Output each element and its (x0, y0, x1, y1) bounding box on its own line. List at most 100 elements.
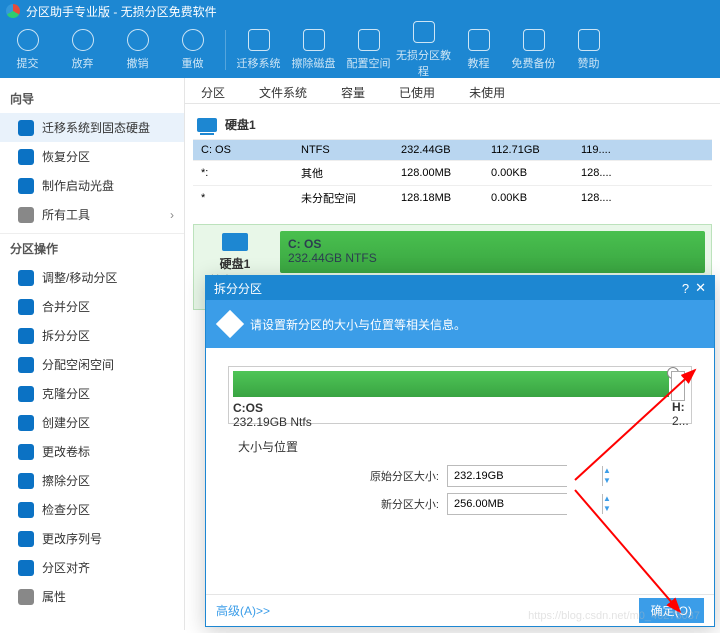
toolbar-allocate[interactable]: 配置空间 (341, 29, 396, 71)
sidebar-item[interactable]: 所有工具 › (0, 200, 184, 229)
sidebar-item[interactable]: 调整/移动分区 (0, 263, 184, 292)
toolbar-migrate[interactable]: 迁移系统 (231, 29, 286, 71)
sidebar-icon (18, 502, 34, 518)
sidebar-item-label: 属性 (42, 588, 66, 605)
partition-table: C: OSNTFS232.44GB112.71GB119....*:其他128.… (193, 139, 712, 210)
slider-vol: C:OS (233, 401, 687, 415)
table-row[interactable]: *:其他128.00MB0.00KB128.... (193, 161, 712, 186)
sidebar-item[interactable]: 分配空闲空间 (0, 350, 184, 379)
window-title: 分区助手专业版 - 无损分区免费软件 (26, 3, 217, 20)
sidebar-item-label: 调整/移动分区 (42, 269, 117, 286)
watermark: https://blog.csdn.net/m0_46278037 (528, 610, 700, 622)
sidebar-icon (18, 473, 34, 489)
size-position-label: 大小与位置 (238, 438, 692, 455)
sidebar-item[interactable]: 制作启动光盘 (0, 171, 184, 200)
sidebar-item[interactable]: 克隆分区 (0, 379, 184, 408)
sidebar-item[interactable]: 恢复分区 (0, 142, 184, 171)
sidebar-item[interactable]: 更改卷标 (0, 437, 184, 466)
col-partition[interactable]: 分区 (191, 84, 235, 101)
slider-volsize: 232.19GB Ntfs (233, 415, 687, 429)
sidebar: 向导 迁移系统到固态硬盘恢复分区制作启动光盘所有工具 › 分区操作 调整/移动分区… (0, 78, 185, 630)
sidebar-item[interactable]: 更改序列号 (0, 524, 184, 553)
sidebar-item-label: 迁移系统到固态硬盘 (42, 119, 150, 136)
col-cap[interactable]: 容量 (331, 84, 375, 101)
disk-map-volsize: 232.44GB NTFS (288, 251, 697, 265)
sidebar-icon (18, 560, 34, 576)
col-free[interactable]: 未使用 (459, 84, 515, 101)
pencil-icon (216, 310, 244, 338)
spin-down-icon[interactable]: ▼ (603, 476, 611, 486)
sidebar-item[interactable]: 创建分区 (0, 408, 184, 437)
disk-map-name: 硬盘1 (200, 255, 270, 272)
toolbar-tutorial2[interactable]: 教程 (451, 29, 506, 71)
table-row[interactable]: C: OSNTFS232.44GB112.71GB119.... (193, 140, 712, 161)
sidebar-item-label: 恢复分区 (42, 148, 90, 165)
orig-size-input[interactable]: ▲▼ (447, 465, 567, 487)
sidebar-item-label: 更改卷标 (42, 443, 90, 460)
sidebar-item-label: 擦除分区 (42, 472, 90, 489)
sidebar-item[interactable]: 分区对齐 (0, 553, 184, 582)
orig-size-value[interactable] (448, 466, 602, 486)
sidebar-item-label: 更改序列号 (42, 530, 102, 547)
new-size-label: 新分区大小: (353, 496, 439, 512)
spin-up-icon[interactable]: ▲ (603, 494, 611, 504)
sidebar-item-label: 创建分区 (42, 414, 90, 431)
sidebar-item-label: 分区对齐 (42, 559, 90, 576)
sidebar-item-label: 合并分区 (42, 298, 90, 315)
sidebar-icon (18, 357, 34, 373)
dialog-banner: 请设置新分区的大小与位置等相关信息。 (206, 300, 714, 348)
sidebar-icon (18, 207, 34, 223)
toolbar-redo[interactable]: 重做 (165, 29, 220, 71)
chevron-right-icon: › (170, 208, 174, 222)
sidebar-icon (18, 120, 34, 136)
table-row[interactable]: *未分配空间128.18MB0.00KB128.... (193, 186, 712, 211)
sidebar-item[interactable]: 拆分分区 (0, 321, 184, 350)
new-size-input[interactable]: ▲▼ (447, 493, 567, 515)
help-icon[interactable]: ? (682, 281, 689, 296)
sidebar-item[interactable]: 检查分区 (0, 495, 184, 524)
sidebar-header-ops: 分区操作 (0, 233, 184, 263)
toolbar-commit[interactable]: 提交 (0, 29, 55, 71)
sidebar-item-label: 检查分区 (42, 501, 90, 518)
app-logo-icon (6, 4, 20, 18)
sidebar-item[interactable]: 合并分区 (0, 292, 184, 321)
col-used[interactable]: 已使用 (389, 84, 445, 101)
disk-map-bar[interactable]: C: OS 232.44GB NTFS (280, 231, 705, 273)
disk-name: 硬盘1 (225, 116, 256, 133)
sidebar-item[interactable]: 擦除分区 (0, 466, 184, 495)
toolbar: 提交 放弃 撤销 重做 迁移系统 擦除磁盘 配置空间 无损分区教程 教程 免费备… (0, 22, 720, 78)
sidebar-icon (18, 531, 34, 547)
sidebar-header-wizard: 向导 (0, 84, 184, 113)
toolbar-undo[interactable]: 撤销 (110, 29, 165, 71)
dialog-header[interactable]: 拆分分区 ? ✕ (206, 276, 714, 300)
toolbar-backup[interactable]: 免费备份 (506, 29, 561, 71)
advanced-button[interactable]: 高级(A)>> (216, 602, 270, 619)
toolbar-tutorial1[interactable]: 无损分区教程 (396, 21, 451, 79)
close-icon[interactable]: ✕ (695, 280, 706, 296)
titlebar: 分区助手专业版 - 无损分区免费软件 (0, 0, 720, 22)
spin-up-icon[interactable]: ▲ (603, 466, 611, 476)
split-partition-dialog: 拆分分区 ? ✕ 请设置新分区的大小与位置等相关信息。 H: 2... C:OS… (205, 275, 715, 627)
sidebar-item-label: 拆分分区 (42, 327, 90, 344)
sidebar-icon (18, 270, 34, 286)
new-size-value[interactable] (448, 494, 602, 514)
sidebar-item[interactable]: 迁移系统到固态硬盘 (0, 113, 184, 142)
toolbar-wipe[interactable]: 擦除磁盘 (286, 29, 341, 71)
sidebar-icon (18, 328, 34, 344)
sidebar-item-label: 制作启动光盘 (42, 177, 114, 194)
slider-new-part[interactable]: H: 2... (671, 371, 685, 401)
col-fs[interactable]: 文件系统 (249, 84, 317, 101)
toolbar-donate[interactable]: 赞助 (561, 29, 616, 71)
sidebar-item-label: 所有工具 (42, 206, 90, 223)
toolbar-discard[interactable]: 放弃 (55, 29, 110, 71)
sidebar-item-label: 分配空闲空间 (42, 356, 114, 373)
sidebar-icon (18, 415, 34, 431)
sidebar-icon (18, 589, 34, 605)
sidebar-item[interactable]: 属性 (0, 582, 184, 611)
disk-header[interactable]: 硬盘1 (193, 110, 712, 139)
partition-slider[interactable]: H: 2... C:OS 232.19GB Ntfs (228, 366, 692, 424)
sidebar-item-label: 克隆分区 (42, 385, 90, 402)
spin-down-icon[interactable]: ▼ (603, 504, 611, 514)
orig-size-label: 原始分区大小: (353, 468, 439, 484)
sidebar-icon (18, 299, 34, 315)
